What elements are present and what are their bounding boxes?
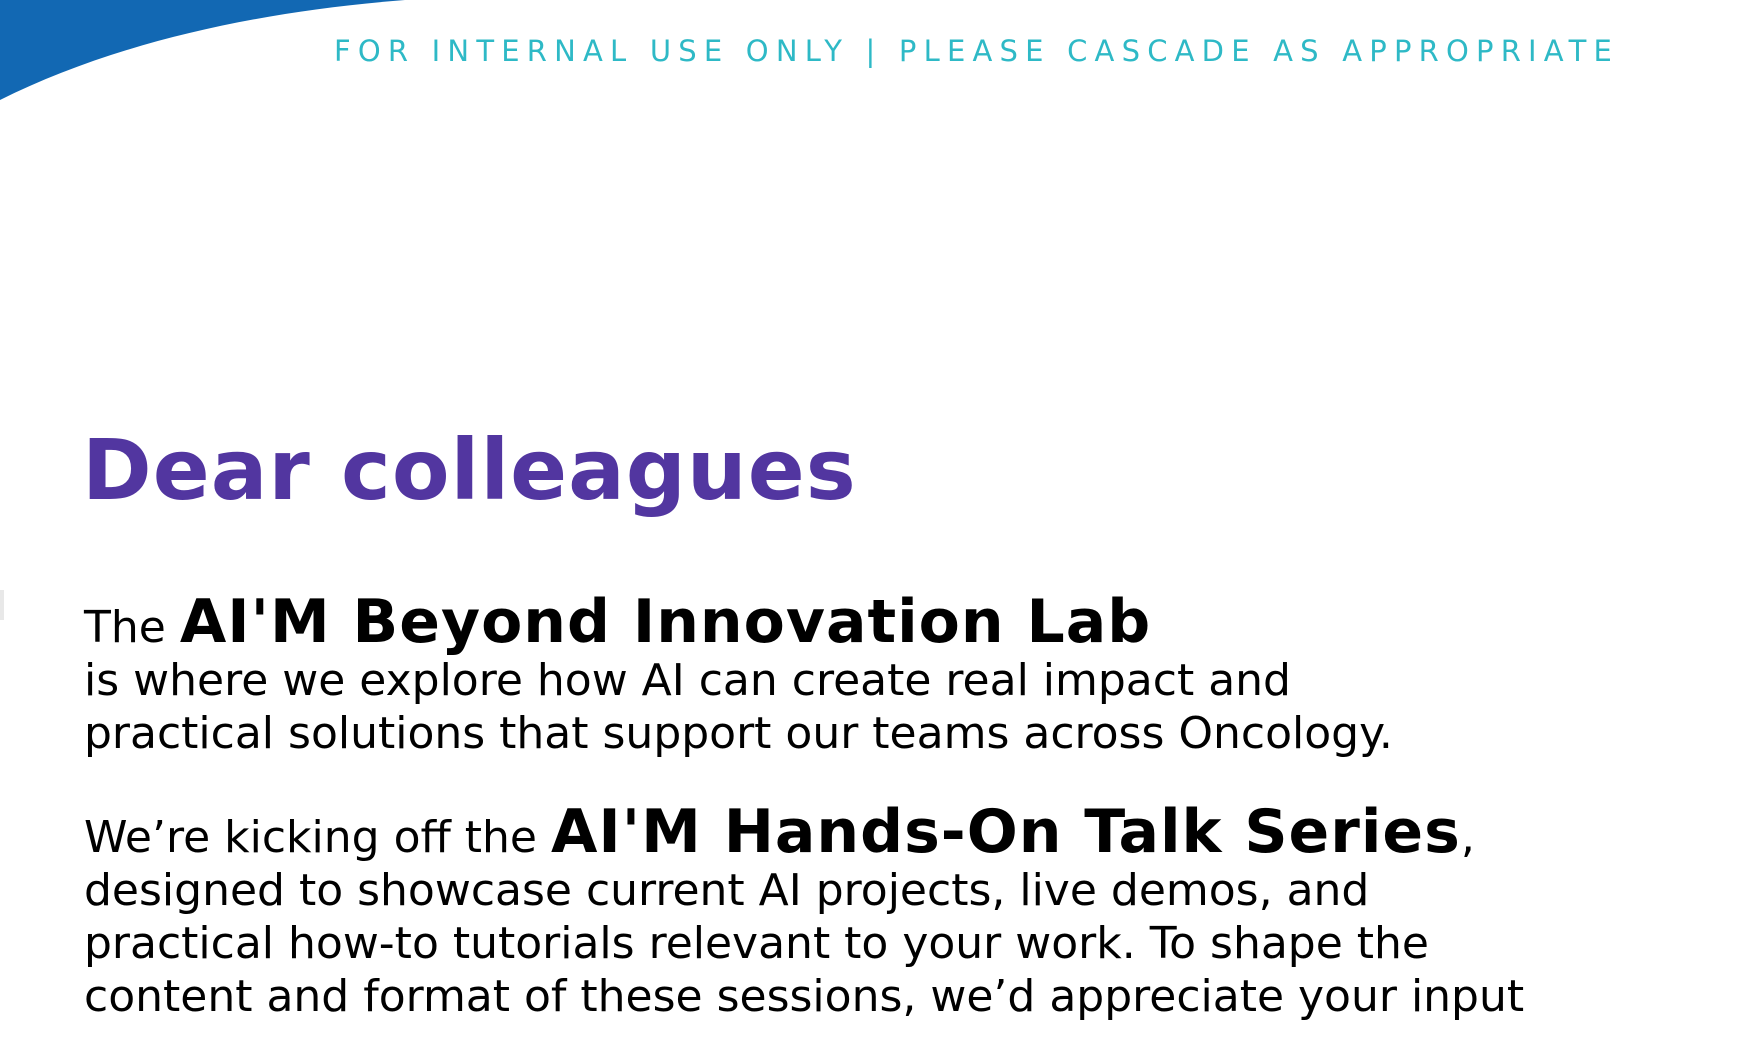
series-comma: , bbox=[1460, 812, 1475, 863]
intro-lead-text: The bbox=[84, 602, 180, 653]
greeting-heading: Dear colleagues bbox=[82, 421, 857, 519]
series-line-2: designed to showcase current AI projects… bbox=[84, 865, 1370, 916]
margin-mark bbox=[0, 590, 4, 620]
internal-use-banner: FOR INTERNAL USE ONLY | PLEASE CASCADE A… bbox=[334, 34, 1620, 68]
newsletter-page: FOR INTERNAL USE ONLY | PLEASE CASCADE A… bbox=[0, 0, 1742, 1047]
intro-line-2: is where we explore how AI can create re… bbox=[84, 655, 1291, 706]
series-line-4: content and format of these sessions, we… bbox=[84, 971, 1525, 1022]
intro-line-3: practical solutions that support our tea… bbox=[84, 708, 1393, 759]
series-lead-text: We’re kicking off the bbox=[84, 812, 551, 863]
lab-name: AI'M Beyond Innovation Lab bbox=[179, 587, 1152, 657]
series-name: AI'M Hands-On Talk Series bbox=[550, 797, 1461, 867]
series-paragraph: We’re kicking off the AI'M Hands-On Talk… bbox=[84, 802, 1525, 1023]
intro-paragraph: The AI'M Beyond Innovation Lab is where … bbox=[84, 592, 1393, 760]
series-line-3: practical how-to tutorials relevant to y… bbox=[84, 918, 1429, 969]
intro-line-1: The AI'M Beyond Innovation Lab bbox=[84, 592, 1393, 654]
series-line-1: We’re kicking off the AI'M Hands-On Talk… bbox=[84, 802, 1524, 864]
